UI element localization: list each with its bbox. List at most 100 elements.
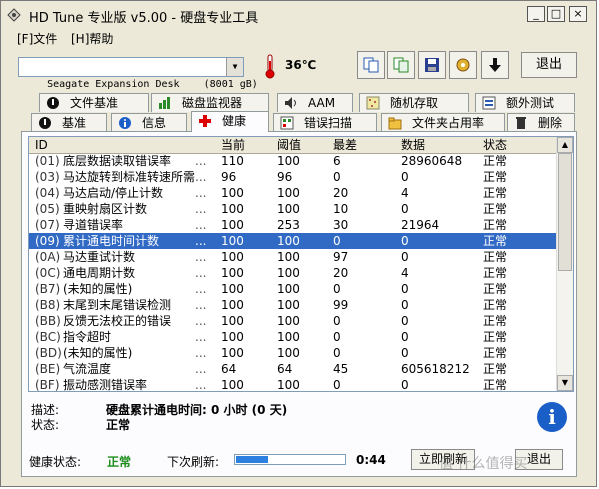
minimize-button[interactable]: _ bbox=[527, 6, 545, 22]
scroll-up-icon[interactable]: ▲ bbox=[557, 137, 573, 153]
table-row[interactable]: (BE) 气流温度... 64 64 45 605618212 正常 bbox=[29, 361, 557, 377]
row-data: 21964 bbox=[401, 218, 440, 232]
watermark: 值 什么值得买 bbox=[439, 456, 528, 472]
exit-button[interactable]: 退出 bbox=[521, 52, 577, 78]
row-status: 正常 bbox=[483, 234, 508, 248]
row-id: (B8) bbox=[35, 298, 61, 312]
table-row[interactable]: (BB) 反馈无法校正的错误... 100 100 0 0 正常 bbox=[29, 313, 557, 329]
table-row[interactable]: (04) 马达启动/停止计数... 100 100 20 4 正常 bbox=[29, 185, 557, 201]
row-worst: 45 bbox=[333, 362, 349, 376]
refresh-progress-fill bbox=[236, 456, 268, 463]
chevron-down-icon[interactable]: ▼ bbox=[226, 58, 243, 76]
row-data: 0 bbox=[401, 298, 409, 312]
menu-file[interactable]: [F]文件 bbox=[17, 30, 57, 47]
tab-error-scan[interactable]: 错误扫描 bbox=[273, 113, 377, 132]
row-status: 正常 bbox=[483, 218, 508, 232]
save-button[interactable] bbox=[418, 51, 446, 79]
row-attribute-name: 马达重试计数 bbox=[63, 250, 136, 264]
table-row[interactable]: (0C) 通电周期计数... 100 100 20 4 正常 bbox=[29, 265, 557, 281]
row-status: 正常 bbox=[483, 282, 508, 296]
col-data-header[interactable]: 数据 bbox=[401, 137, 425, 153]
scroll-thumb[interactable] bbox=[558, 153, 572, 271]
tab-extra-tests[interactable]: 额外测试 bbox=[475, 93, 575, 112]
drive-select[interactable]: Seagate Expansion Desk (8001 gB) ▼ bbox=[18, 57, 258, 90]
row-status: 正常 bbox=[483, 378, 508, 392]
tab-health[interactable]: 健康 bbox=[191, 111, 269, 132]
row-threshold: 100 bbox=[277, 346, 300, 360]
row-attribute-name: 底层数据读取错误率 bbox=[63, 154, 172, 168]
row-current: 64 bbox=[221, 362, 237, 376]
row-ellipsis: ... bbox=[195, 346, 207, 360]
row-worst: 0 bbox=[333, 282, 341, 296]
row-ellipsis: ... bbox=[195, 282, 207, 296]
row-worst: 99 bbox=[333, 298, 349, 312]
row-worst: 0 bbox=[333, 378, 341, 392]
col-threshold-header[interactable]: 阈值 bbox=[277, 137, 301, 153]
tab-benchmark[interactable]: 基准 bbox=[31, 113, 107, 132]
table-row[interactable]: (09) 累计通电时间计数... 100 100 0 0 正常 bbox=[29, 233, 557, 249]
row-data: 0 bbox=[401, 378, 409, 392]
col-id-header[interactable]: ID bbox=[35, 137, 48, 153]
table-row[interactable]: (BC) 指令超时... 100 100 0 0 正常 bbox=[29, 329, 557, 345]
row-attribute-name: (未知的属性) bbox=[63, 282, 133, 296]
row-ellipsis: ... bbox=[195, 362, 207, 376]
download-button[interactable] bbox=[481, 51, 509, 79]
row-ellipsis: ... bbox=[195, 330, 207, 344]
row-attribute-name: 通电周期计数 bbox=[63, 266, 136, 280]
speaker-icon bbox=[285, 97, 296, 109]
menu-help[interactable]: [H]帮助 bbox=[71, 30, 113, 47]
table-row[interactable]: (01) 底层数据读取错误率... 110 100 6 28960648 正常 bbox=[29, 153, 557, 169]
col-current-header[interactable]: 当前 bbox=[221, 137, 245, 153]
scroll-down-icon[interactable]: ▼ bbox=[557, 375, 573, 391]
row-ellipsis: ... bbox=[195, 250, 207, 264]
tab-disk-monitor[interactable]: 磁盘监视器 bbox=[151, 93, 269, 112]
tab-info[interactable]: 信息 bbox=[111, 113, 187, 132]
row-threshold: 100 bbox=[277, 234, 300, 248]
row-ellipsis: ... bbox=[195, 298, 207, 312]
row-current: 100 bbox=[221, 250, 244, 264]
row-threshold: 96 bbox=[277, 170, 293, 184]
row-attribute-name: 气流温度 bbox=[63, 362, 112, 376]
row-worst: 10 bbox=[333, 202, 349, 216]
row-worst: 0 bbox=[333, 330, 341, 344]
menu-bar: [F]文件 [H]帮助 bbox=[1, 29, 596, 47]
close-button[interactable]: × bbox=[569, 6, 587, 22]
tab-folder-usage[interactable]: 文件夹占用率 bbox=[381, 113, 505, 132]
table-row[interactable]: (BF) 振动感测错误率... 100 100 0 0 正常 bbox=[29, 377, 557, 392]
row-threshold: 100 bbox=[277, 314, 300, 328]
col-worst-header[interactable]: 最差 bbox=[333, 137, 357, 153]
copy-screenshot-button[interactable] bbox=[387, 51, 415, 79]
options-button[interactable] bbox=[449, 51, 477, 79]
table-row[interactable]: (03) 马达旋转到标准转速所需... 96 96 0 0 正常 bbox=[29, 169, 557, 185]
maximize-button[interactable]: □ bbox=[547, 6, 565, 22]
tab-erase[interactable]: 删除 bbox=[507, 113, 575, 132]
row-current: 100 bbox=[221, 202, 244, 216]
info-circle-icon[interactable]: i bbox=[537, 402, 567, 432]
table-row[interactable]: (07) 寻道错误率... 100 253 30 21964 正常 bbox=[29, 217, 557, 233]
table-row[interactable]: (BD) (未知的属性)... 100 100 0 0 正常 bbox=[29, 345, 557, 361]
table-row[interactable]: (0A) 马达重试计数... 100 100 97 0 正常 bbox=[29, 249, 557, 265]
row-ellipsis: ... bbox=[195, 378, 207, 392]
row-status: 正常 bbox=[483, 186, 508, 200]
table-row[interactable]: (B8) 末尾到末尾错误检测... 100 100 99 0 正常 bbox=[29, 297, 557, 313]
table-row[interactable]: (B7) (未知的属性)... 100 100 0 0 正常 bbox=[29, 281, 557, 297]
tab-aam[interactable]: AAM bbox=[277, 93, 353, 112]
row-data: 0 bbox=[401, 314, 409, 328]
row-data: 0 bbox=[401, 346, 409, 360]
row-ellipsis: ... bbox=[195, 234, 207, 248]
row-worst: 0 bbox=[333, 170, 341, 184]
tab-random-access[interactable]: 随机存取 bbox=[359, 93, 469, 112]
folder-icon bbox=[388, 117, 402, 130]
row-threshold: 64 bbox=[277, 362, 293, 376]
copy-text-button[interactable] bbox=[357, 51, 385, 79]
row-threshold: 100 bbox=[277, 154, 300, 168]
row-current: 100 bbox=[221, 234, 244, 248]
arrow-down-icon bbox=[489, 58, 501, 72]
table-row[interactable]: (05) 重映射扇区计数... 100 100 10 0 正常 bbox=[29, 201, 557, 217]
drive-select-value: Seagate Expansion Desk (8001 gB) bbox=[47, 79, 258, 90]
tab-file-benchmark[interactable]: 文件基准 bbox=[39, 93, 149, 112]
row-id: (01) bbox=[35, 154, 60, 168]
col-status-header[interactable]: 状态 bbox=[483, 137, 507, 153]
table-scrollbar[interactable]: ▲ ▼ bbox=[556, 137, 573, 391]
copy-image-icon bbox=[393, 57, 409, 73]
